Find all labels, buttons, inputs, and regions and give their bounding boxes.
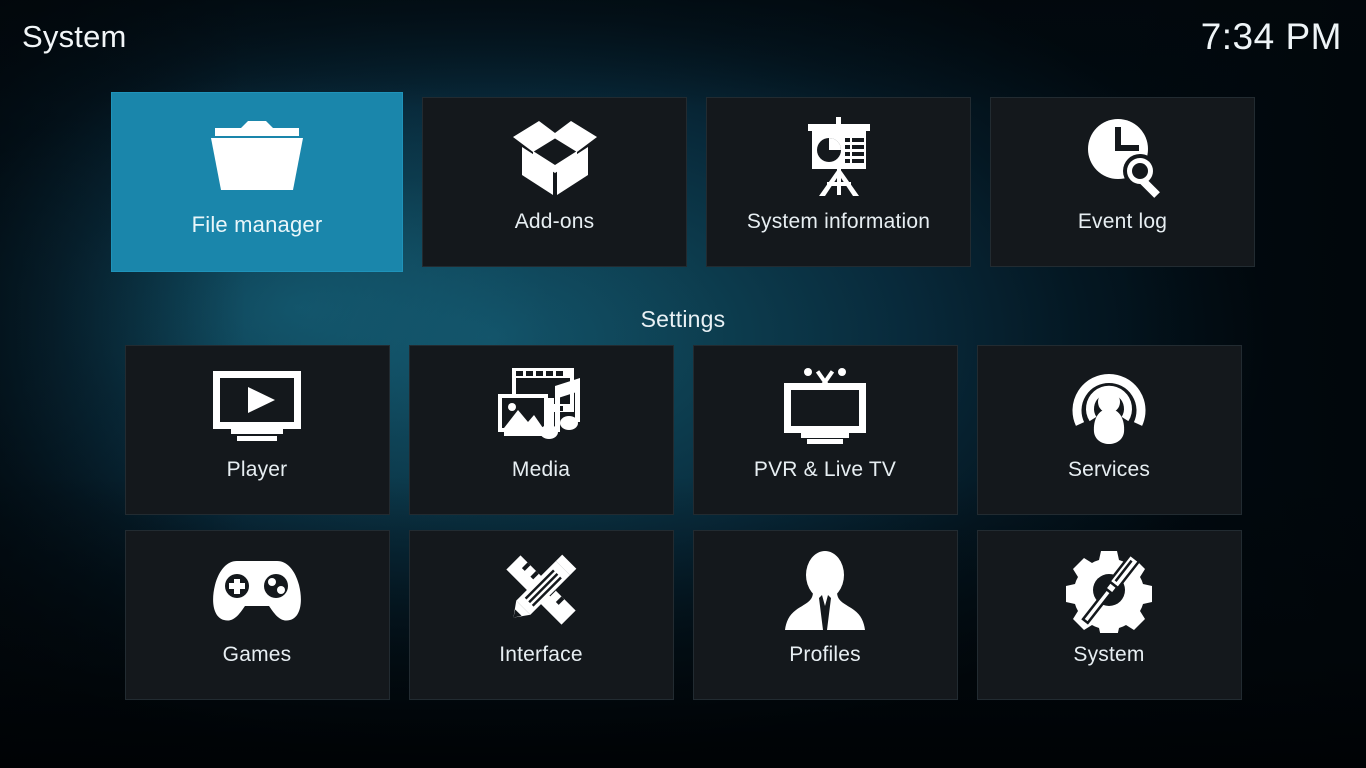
tile-profiles[interactable]: Profiles bbox=[692, 530, 958, 700]
tile-interface[interactable]: Interface bbox=[408, 530, 674, 700]
settings-row-2-wrap: Games Interface Profiles System bbox=[0, 530, 1366, 700]
tile-games[interactable]: Games bbox=[124, 530, 390, 700]
tile-system-information[interactable]: System information bbox=[706, 97, 971, 267]
gear-screwdriver-icon bbox=[978, 531, 1241, 643]
broadcast-person-icon bbox=[978, 346, 1241, 458]
tile-file-manager[interactable]: File manager bbox=[111, 92, 403, 272]
tile-add-ons[interactable]: Add-ons bbox=[422, 97, 687, 267]
top-bar: System 7:34 PM bbox=[0, 0, 1366, 72]
tile-label: Profiles bbox=[789, 643, 861, 666]
tile-pvr-live-tv[interactable]: PVR & Live TV bbox=[692, 345, 958, 515]
tile-label: PVR & Live TV bbox=[753, 458, 897, 481]
tile-label: Player bbox=[226, 458, 288, 481]
settings-row-1: Player Media PVR & Live TV Services bbox=[0, 345, 1366, 515]
tile-label: Games bbox=[222, 643, 292, 666]
tile-media[interactable]: Media bbox=[408, 345, 674, 515]
settings-row-1-wrap: Player Media PVR & Live TV Services bbox=[0, 345, 1366, 515]
tile-label: Interface bbox=[499, 643, 583, 666]
clock: 7:34 PM bbox=[1200, 15, 1342, 57]
open-box-icon bbox=[423, 98, 686, 210]
top-tile-row-wrap: File manager Add-ons System information … bbox=[0, 92, 1366, 272]
tile-label: System bbox=[1073, 643, 1145, 666]
settings-row-2: Games Interface Profiles System bbox=[0, 530, 1366, 700]
gamepad-icon bbox=[126, 531, 389, 643]
top-tile-row: File manager Add-ons System information … bbox=[0, 92, 1366, 272]
folder-icon bbox=[112, 93, 402, 213]
monitor-play-icon bbox=[126, 346, 389, 458]
settings-heading-wrap: Settings bbox=[0, 306, 1366, 333]
person-bust-icon bbox=[694, 531, 957, 643]
tile-label: Media bbox=[511, 458, 571, 481]
clock-magnifier-icon bbox=[991, 98, 1254, 210]
settings-heading: Settings bbox=[640, 306, 726, 332]
tile-label: File manager bbox=[191, 212, 323, 237]
tile-label: Services bbox=[1067, 458, 1151, 481]
tile-label: Add-ons bbox=[514, 210, 595, 233]
page-title: System bbox=[22, 18, 127, 54]
tile-player[interactable]: Player bbox=[124, 345, 390, 515]
kodi-system-screen: System 7:34 PM File manager Add-ons Syst… bbox=[0, 0, 1366, 768]
tv-antenna-icon bbox=[694, 346, 957, 458]
tile-label: Event log bbox=[1077, 210, 1168, 233]
pencil-ruler-icon bbox=[410, 531, 673, 643]
tile-services[interactable]: Services bbox=[976, 345, 1242, 515]
presentation-chart-icon bbox=[707, 98, 970, 210]
tile-label: System information bbox=[746, 210, 931, 233]
film-photo-music-icon bbox=[410, 346, 673, 458]
tile-system[interactable]: System bbox=[976, 530, 1242, 700]
tile-event-log[interactable]: Event log bbox=[990, 97, 1255, 267]
